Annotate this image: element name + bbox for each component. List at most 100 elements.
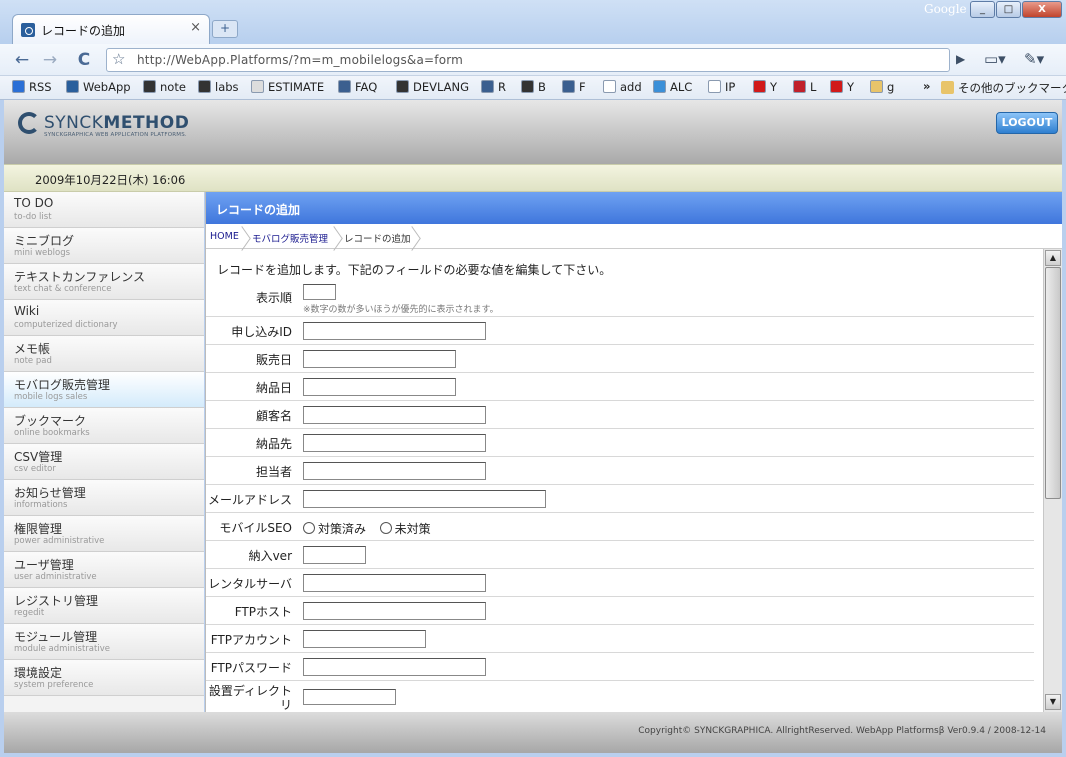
application-id-label: 申し込みID — [231, 325, 292, 339]
sale-date-input[interactable] — [303, 350, 456, 368]
customer-name-input[interactable] — [303, 406, 486, 424]
field-row-install-dir: 設置ディレクトリ — [206, 681, 1034, 712]
wrench-menu-icon[interactable]: ✎▾ — [1024, 50, 1044, 68]
sidebar-item-sublabel: online bookmarks — [14, 428, 90, 438]
field-row-rental-server: レンタルサーバ — [206, 569, 1034, 597]
field-row-ftp-password: FTPパスワード — [206, 653, 1034, 681]
sidebar-item[interactable]: ユーザ管理 user administrative — [4, 552, 204, 588]
other-bookmarks-button[interactable]: その他のブックマーク — [941, 80, 1066, 96]
sidebar-item[interactable]: モバログ販売管理 mobile logs sales — [4, 372, 204, 408]
mobile-seo-radio-group: 対策済み 未対策 — [303, 520, 431, 537]
scroll-up-button[interactable]: ▲ — [1045, 250, 1061, 266]
rental-server-input[interactable] — [303, 574, 486, 592]
delivery-to-input[interactable] — [303, 434, 486, 452]
bookmark-item[interactable]: F — [562, 80, 586, 94]
bookmark-item[interactable]: g — [870, 80, 894, 94]
other-bookmarks-label: その他のブックマーク — [958, 81, 1066, 95]
sidebar-item[interactable]: モジュール管理 module administrative — [4, 624, 204, 660]
bookmark-item[interactable]: labs — [198, 80, 239, 94]
close-window-button[interactable]: X — [1022, 1, 1062, 18]
tab-close-icon[interactable]: × — [190, 20, 201, 35]
sidebar-item[interactable]: 環境設定 system preference — [4, 660, 204, 696]
sidebar-item[interactable]: ミニブログ mini weblogs — [4, 228, 204, 264]
sidebar-item[interactable]: メモ帳 note pad — [4, 336, 204, 372]
delivery-date-input[interactable] — [303, 378, 456, 396]
url-text[interactable]: http://WebApp.Platforms/?m=m_mobilelogs&… — [137, 53, 463, 67]
sidebar-item[interactable]: ブックマーク online bookmarks — [4, 408, 204, 444]
sidebar-item-sublabel: user administrative — [14, 572, 97, 582]
reload-button[interactable]: C — [72, 49, 96, 71]
ftp-password-input[interactable] — [303, 658, 486, 676]
bookmark-item[interactable]: R — [481, 80, 506, 94]
reload-icon — [338, 80, 351, 93]
logo-wordmark: SYNCKMETHOD — [44, 113, 190, 133]
email-label: メールアドレス — [207, 493, 292, 507]
scroll-thumb[interactable] — [1045, 267, 1061, 499]
logout-button[interactable]: LOGOUT — [996, 112, 1058, 134]
minimize-button[interactable]: _ — [970, 1, 995, 18]
bookmark-item[interactable]: DEVLANG — [396, 80, 469, 94]
bookmark-label: note — [160, 80, 186, 94]
sidebar-item-label: CSV管理 — [14, 450, 63, 464]
bookmark-item[interactable]: WebApp — [66, 80, 131, 94]
bookmarks-more-button[interactable]: » — [923, 79, 930, 93]
bookmark-item[interactable]: note — [143, 80, 186, 94]
sidebar-item[interactable]: CSV管理 csv editor — [4, 444, 204, 480]
bookmark-item[interactable]: L — [793, 80, 816, 94]
bookmark-label: Y — [847, 80, 855, 94]
mobile-seo-done-radio[interactable] — [303, 522, 315, 534]
maximize-button[interactable]: □ — [996, 1, 1021, 18]
sidebar-item-label: ユーザ管理 — [14, 558, 74, 572]
ftp-host-label: FTPホスト — [234, 605, 292, 619]
form-intro: レコードを追加します。下記のフィールドの必要な値を編集して下さい。 — [217, 263, 612, 277]
ftp-account-input[interactable] — [303, 630, 426, 648]
install-dir-input[interactable] — [303, 689, 396, 705]
bookmark-item[interactable]: Y — [830, 80, 854, 94]
bookmark-label: FAQ — [355, 80, 378, 94]
back-button[interactable]: ← — [10, 49, 34, 71]
version-input[interactable] — [303, 546, 366, 564]
bookmark-item[interactable]: FAQ — [338, 80, 377, 94]
breadcrumb-mobile-logs[interactable]: モバログ販売管理 — [252, 231, 328, 245]
sidebar-item-sublabel: informations — [14, 500, 68, 510]
mobile-seo-done-label[interactable]: 対策済み — [318, 522, 366, 536]
application-id-input[interactable] — [303, 322, 486, 340]
person-in-charge-input[interactable] — [303, 462, 486, 480]
app-header: SYNCKMETHOD SYNCKGRAPHICA WEB APPLICATIO… — [4, 100, 1062, 164]
bookmark-item[interactable]: RSS — [12, 80, 52, 94]
bookmark-item[interactable]: ESTIMATE — [251, 80, 324, 94]
email-input[interactable] — [303, 490, 546, 508]
mobile-seo-not-done-label[interactable]: 未対策 — [395, 522, 431, 536]
forward-button[interactable]: → — [38, 49, 62, 71]
bookmark-star-icon[interactable]: ☆ — [112, 50, 125, 68]
go-button[interactable]: ▶ — [956, 52, 965, 66]
browser-tab[interactable]: レコードの追加 × — [12, 14, 210, 44]
mobile-seo-not-done-radio[interactable] — [379, 522, 392, 534]
ftp-host-input[interactable] — [303, 602, 486, 620]
sidebar-item-label: ミニブログ — [14, 234, 75, 248]
content-scrollbar[interactable]: ▲ ▼ — [1043, 249, 1062, 712]
sidebar-item-label: 権限管理 — [14, 522, 63, 536]
bookmark-item[interactable]: IP — [708, 80, 735, 94]
bookmark-item[interactable]: B — [521, 80, 546, 94]
sidebar-item[interactable]: TO DO to-do list — [4, 192, 204, 228]
address-bar[interactable]: ☆ http://WebApp.Platforms/?m=m_mobilelog… — [106, 48, 950, 72]
ftp-password-label: FTPパスワード — [210, 661, 292, 675]
scroll-down-button[interactable]: ▼ — [1045, 694, 1061, 710]
order-input[interactable] — [303, 284, 336, 300]
sidebar-item[interactable]: 権限管理 power administrative — [4, 516, 204, 552]
bookmark-item[interactable]: ALC — [653, 80, 692, 94]
sidebar-item[interactable]: Wiki computerized dictionary — [4, 300, 204, 336]
sidebar-item[interactable]: お知らせ管理 informations — [4, 480, 204, 516]
field-row-customer-name: 顧客名 — [206, 401, 1034, 429]
reload-icon — [562, 80, 575, 93]
page-title-bar: レコードの追加 — [206, 192, 1062, 224]
bookmark-item[interactable]: add — [603, 80, 642, 94]
page-menu-icon[interactable]: ▭▾ — [984, 50, 1006, 68]
bookmark-item[interactable]: Y — [753, 80, 777, 94]
new-tab-button[interactable]: + — [212, 20, 238, 38]
field-row-email: メールアドレス — [206, 485, 1034, 513]
page-icon — [251, 80, 264, 93]
sidebar-item[interactable]: テキストカンファレンス text chat & conference — [4, 264, 204, 300]
sidebar-item[interactable]: レジストリ管理 regedit — [4, 588, 204, 624]
